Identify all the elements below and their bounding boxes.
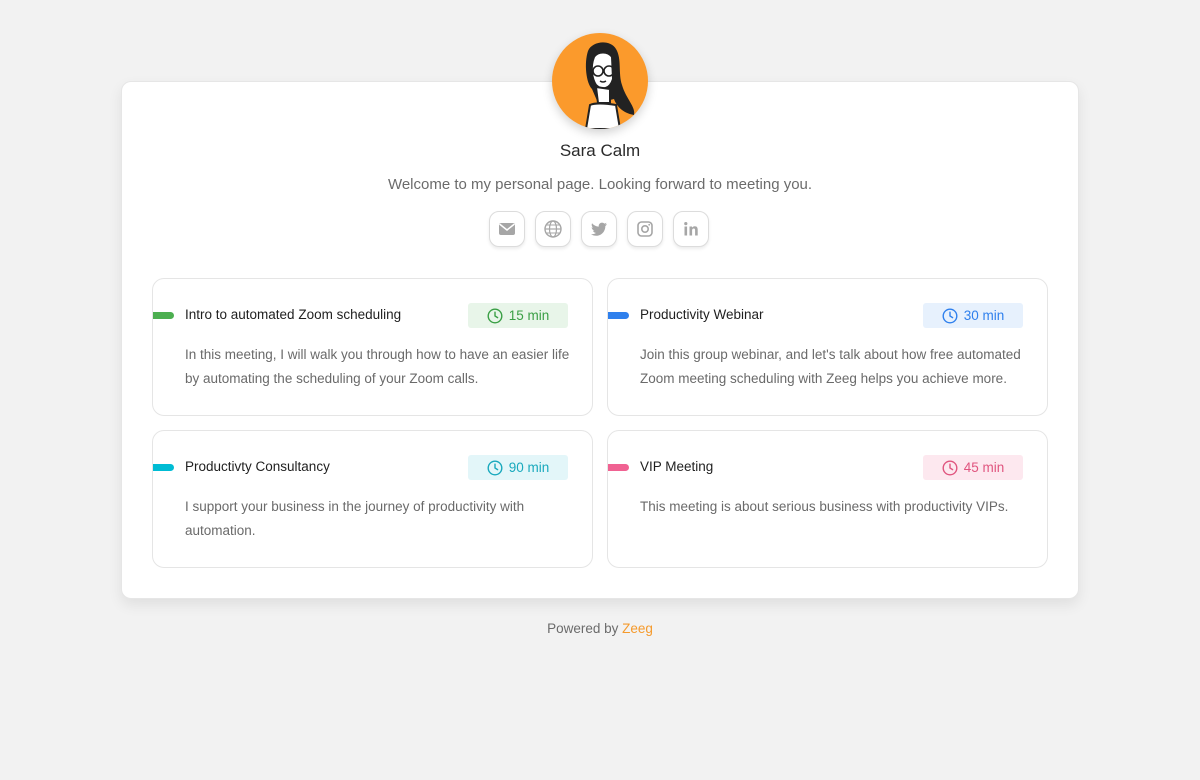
linkedin-button[interactable]	[673, 211, 709, 247]
duration-badge: 30 min	[923, 303, 1023, 328]
duration-text: 30 min	[963, 308, 1005, 323]
zeeg-link[interactable]: Zeeg	[622, 621, 653, 636]
clock-icon	[942, 459, 958, 476]
event-description: Join this group webinar, and let's talk …	[640, 347, 1021, 386]
instagram-icon	[637, 221, 653, 237]
powered-by-footer: Powered by Zeeg	[0, 621, 1200, 636]
linkedin-icon	[684, 222, 698, 236]
event-color-bar	[608, 464, 629, 471]
duration-text: 15 min	[508, 308, 550, 323]
clock-icon	[487, 459, 503, 476]
event-card-vip-meeting[interactable]: VIP Meeting 45 min This meeting is about…	[607, 430, 1048, 568]
event-card-intro-zoom[interactable]: Intro to automated Zoom scheduling 15 mi…	[152, 278, 593, 416]
event-color-bar	[608, 312, 629, 319]
event-card-productivity-webinar[interactable]: Productivity Webinar 30 min Join this gr…	[607, 278, 1048, 416]
duration-text: 45 min	[963, 460, 1005, 475]
event-description: I support your business in the journey o…	[185, 499, 525, 538]
duration-badge: 45 min	[923, 455, 1023, 480]
email-button[interactable]	[489, 211, 525, 247]
event-color-bar	[153, 464, 174, 471]
event-title: Intro to automated Zoom scheduling	[185, 307, 402, 322]
clock-icon	[487, 307, 503, 324]
powered-by-label: Powered by	[547, 621, 619, 636]
duration-text: 90 min	[508, 460, 550, 475]
welcome-message: Welcome to my personal page. Looking for…	[387, 176, 813, 193]
avatar-illustration	[584, 42, 635, 129]
twitter-button[interactable]	[581, 211, 617, 247]
profile-name: Sara Calm	[559, 141, 641, 160]
event-color-bar	[153, 312, 174, 319]
globe-icon	[544, 220, 562, 238]
event-title: Productivty Consultancy	[185, 459, 330, 474]
duration-badge: 90 min	[468, 455, 568, 480]
event-card-productivity-consultancy[interactable]: Productivty Consultancy 90 min I support…	[152, 430, 593, 568]
event-description: This meeting is about serious business w…	[640, 499, 1009, 514]
website-button[interactable]	[535, 211, 571, 247]
twitter-icon	[591, 222, 607, 236]
clock-icon	[942, 307, 958, 324]
duration-badge: 15 min	[468, 303, 568, 328]
email-icon	[499, 223, 515, 235]
instagram-button[interactable]	[627, 211, 663, 247]
event-title: Productivity Webinar	[640, 307, 764, 322]
event-description: In this meeting, I will walk you through…	[185, 347, 570, 386]
event-title: VIP Meeting	[640, 459, 714, 474]
social-links	[489, 211, 709, 247]
avatar	[552, 33, 648, 129]
